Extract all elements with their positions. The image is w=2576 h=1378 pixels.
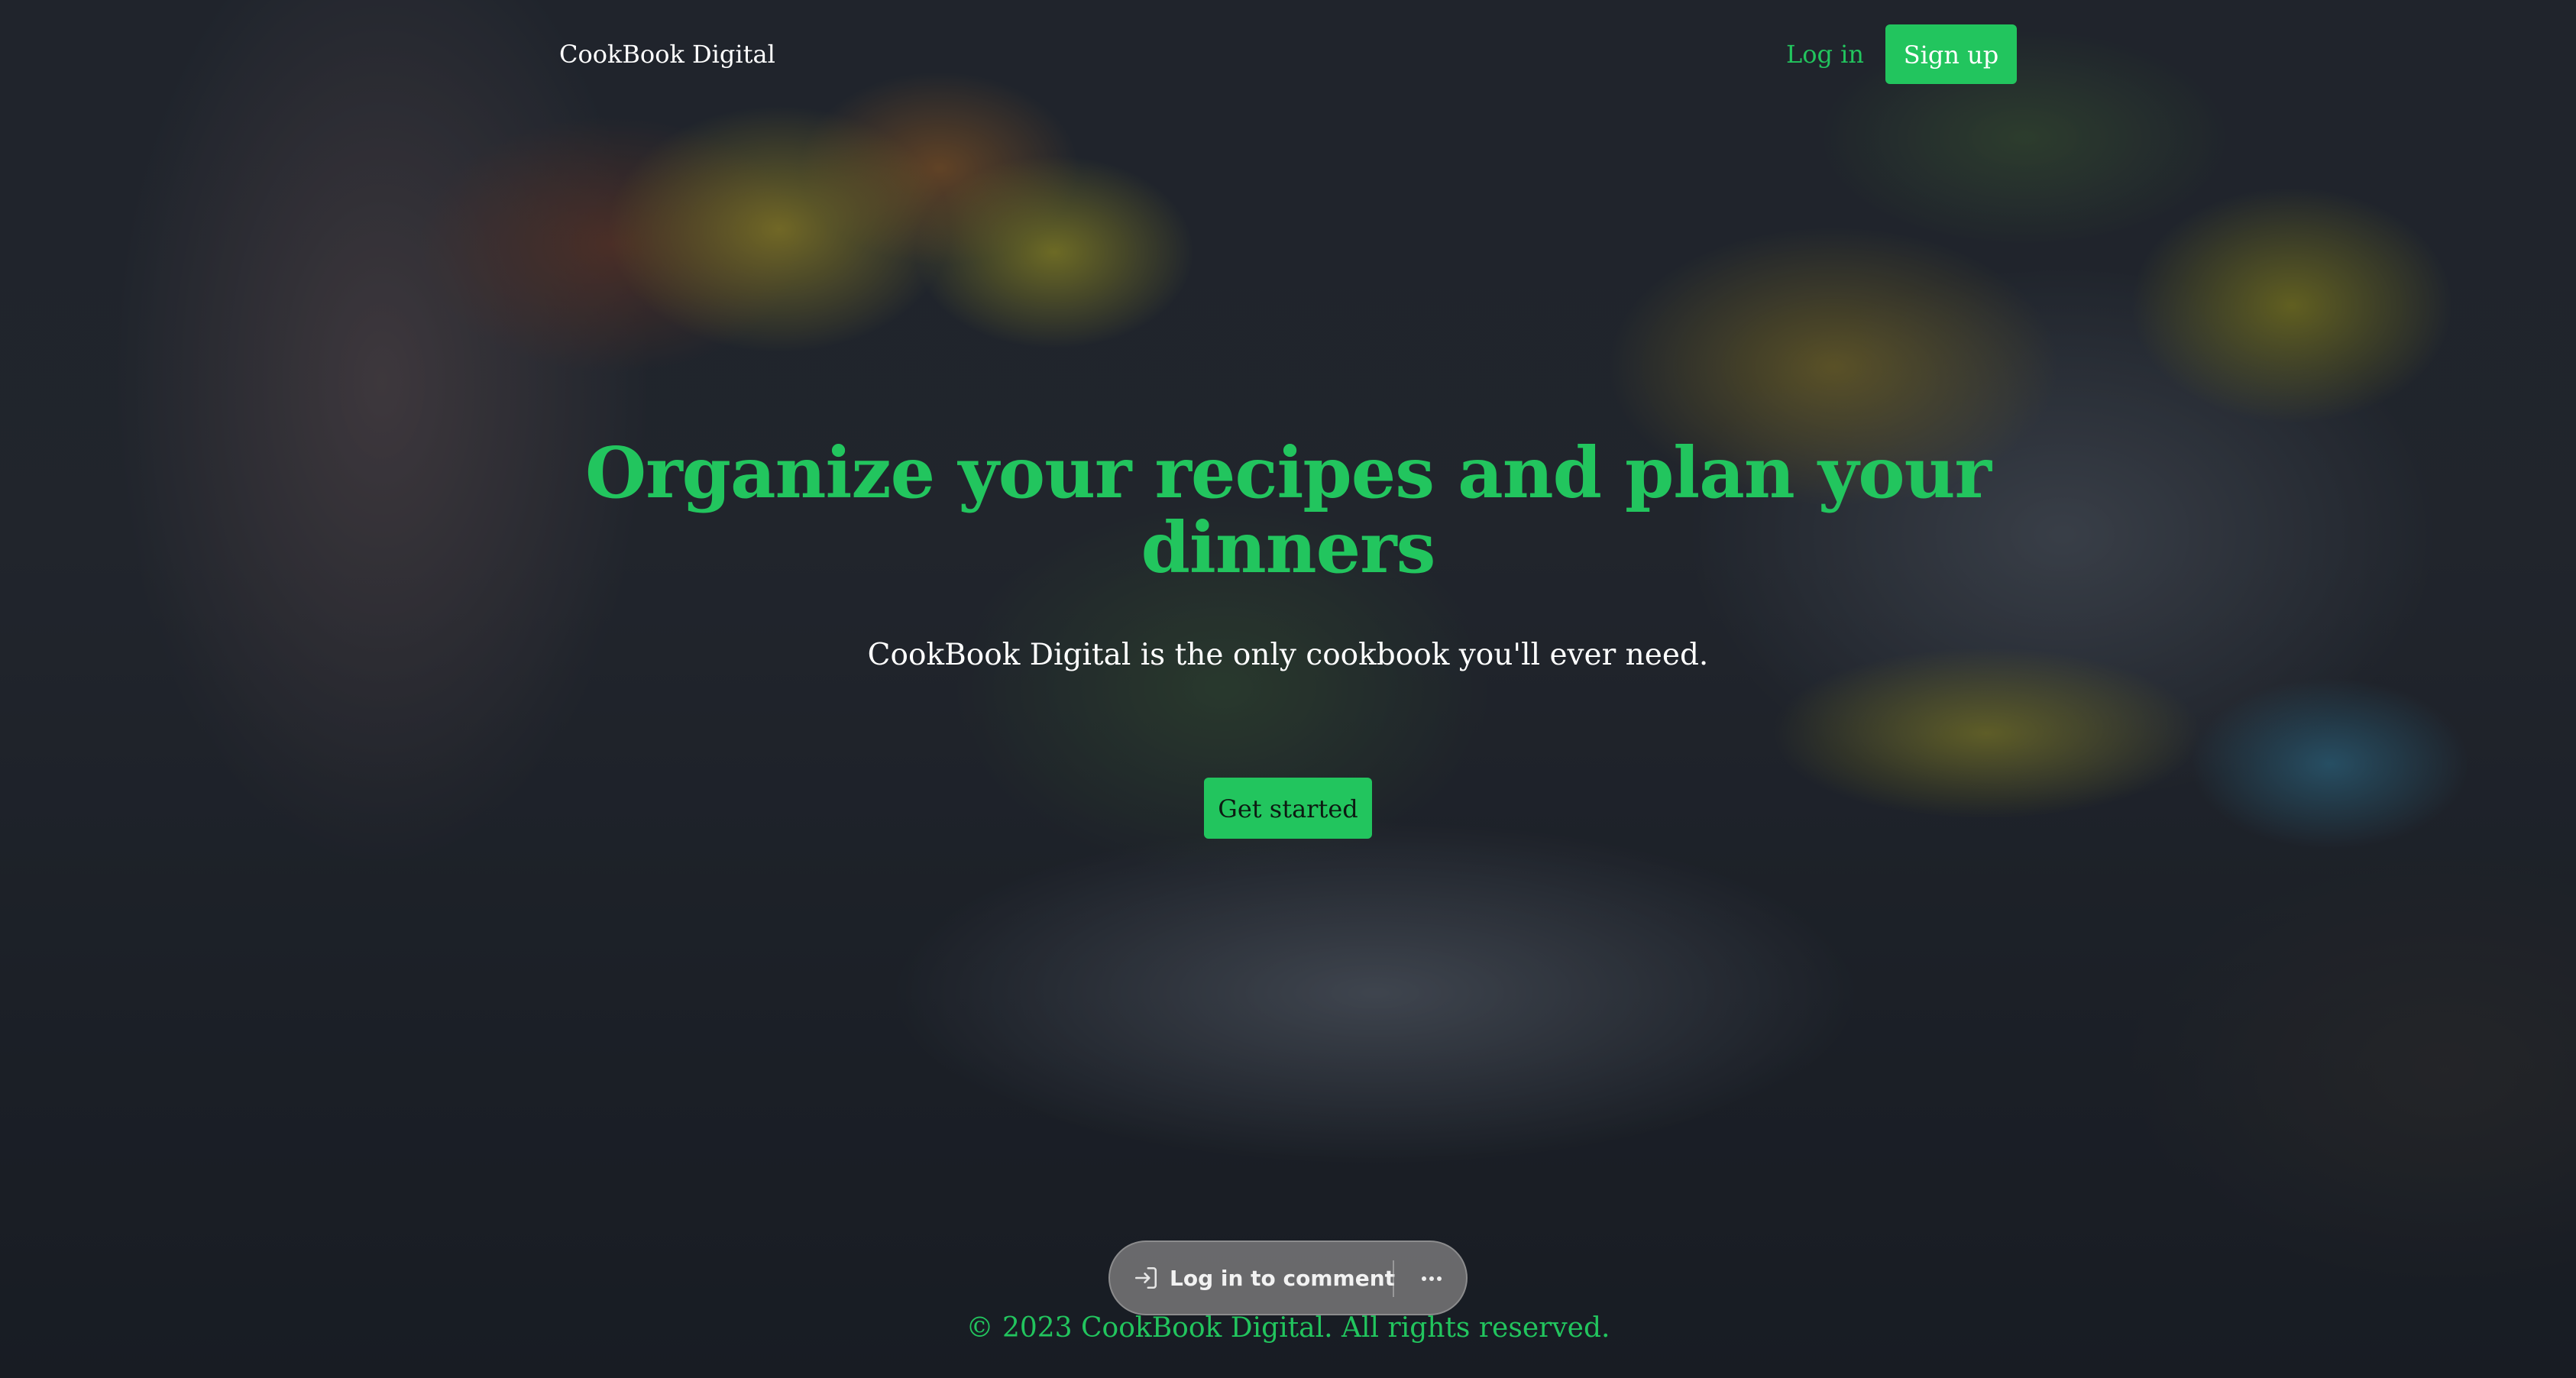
toolbar-divider bbox=[1393, 1260, 1394, 1297]
more-horizontal-icon bbox=[1420, 1271, 1443, 1286]
get-started-button[interactable]: Get started bbox=[1204, 778, 1372, 839]
more-options-button[interactable] bbox=[1408, 1242, 1455, 1314]
background-overlay bbox=[0, 0, 2576, 1378]
brand-logo-text[interactable]: CookBook Digital bbox=[559, 40, 775, 69]
hero-title: Organize your recipes and plan your dinn… bbox=[585, 432, 1992, 589]
login-link[interactable]: Log in bbox=[1786, 40, 1864, 69]
site-header: CookBook Digital Log in Sign up bbox=[559, 23, 2017, 86]
sign-in-icon bbox=[1133, 1265, 1159, 1291]
login-to-comment-label: Log in to comment bbox=[1170, 1265, 1396, 1291]
footer-copyright: © 2023 CookBook Digital. All rights rese… bbox=[966, 1312, 1610, 1344]
login-to-comment-button[interactable]: Log in to comment bbox=[1133, 1242, 1395, 1314]
hero-subtitle: CookBook Digital is the only cookbook yo… bbox=[867, 638, 1709, 672]
signup-button[interactable]: Sign up bbox=[1885, 24, 2017, 84]
comment-toolbar: Log in to comment bbox=[1108, 1241, 1468, 1315]
